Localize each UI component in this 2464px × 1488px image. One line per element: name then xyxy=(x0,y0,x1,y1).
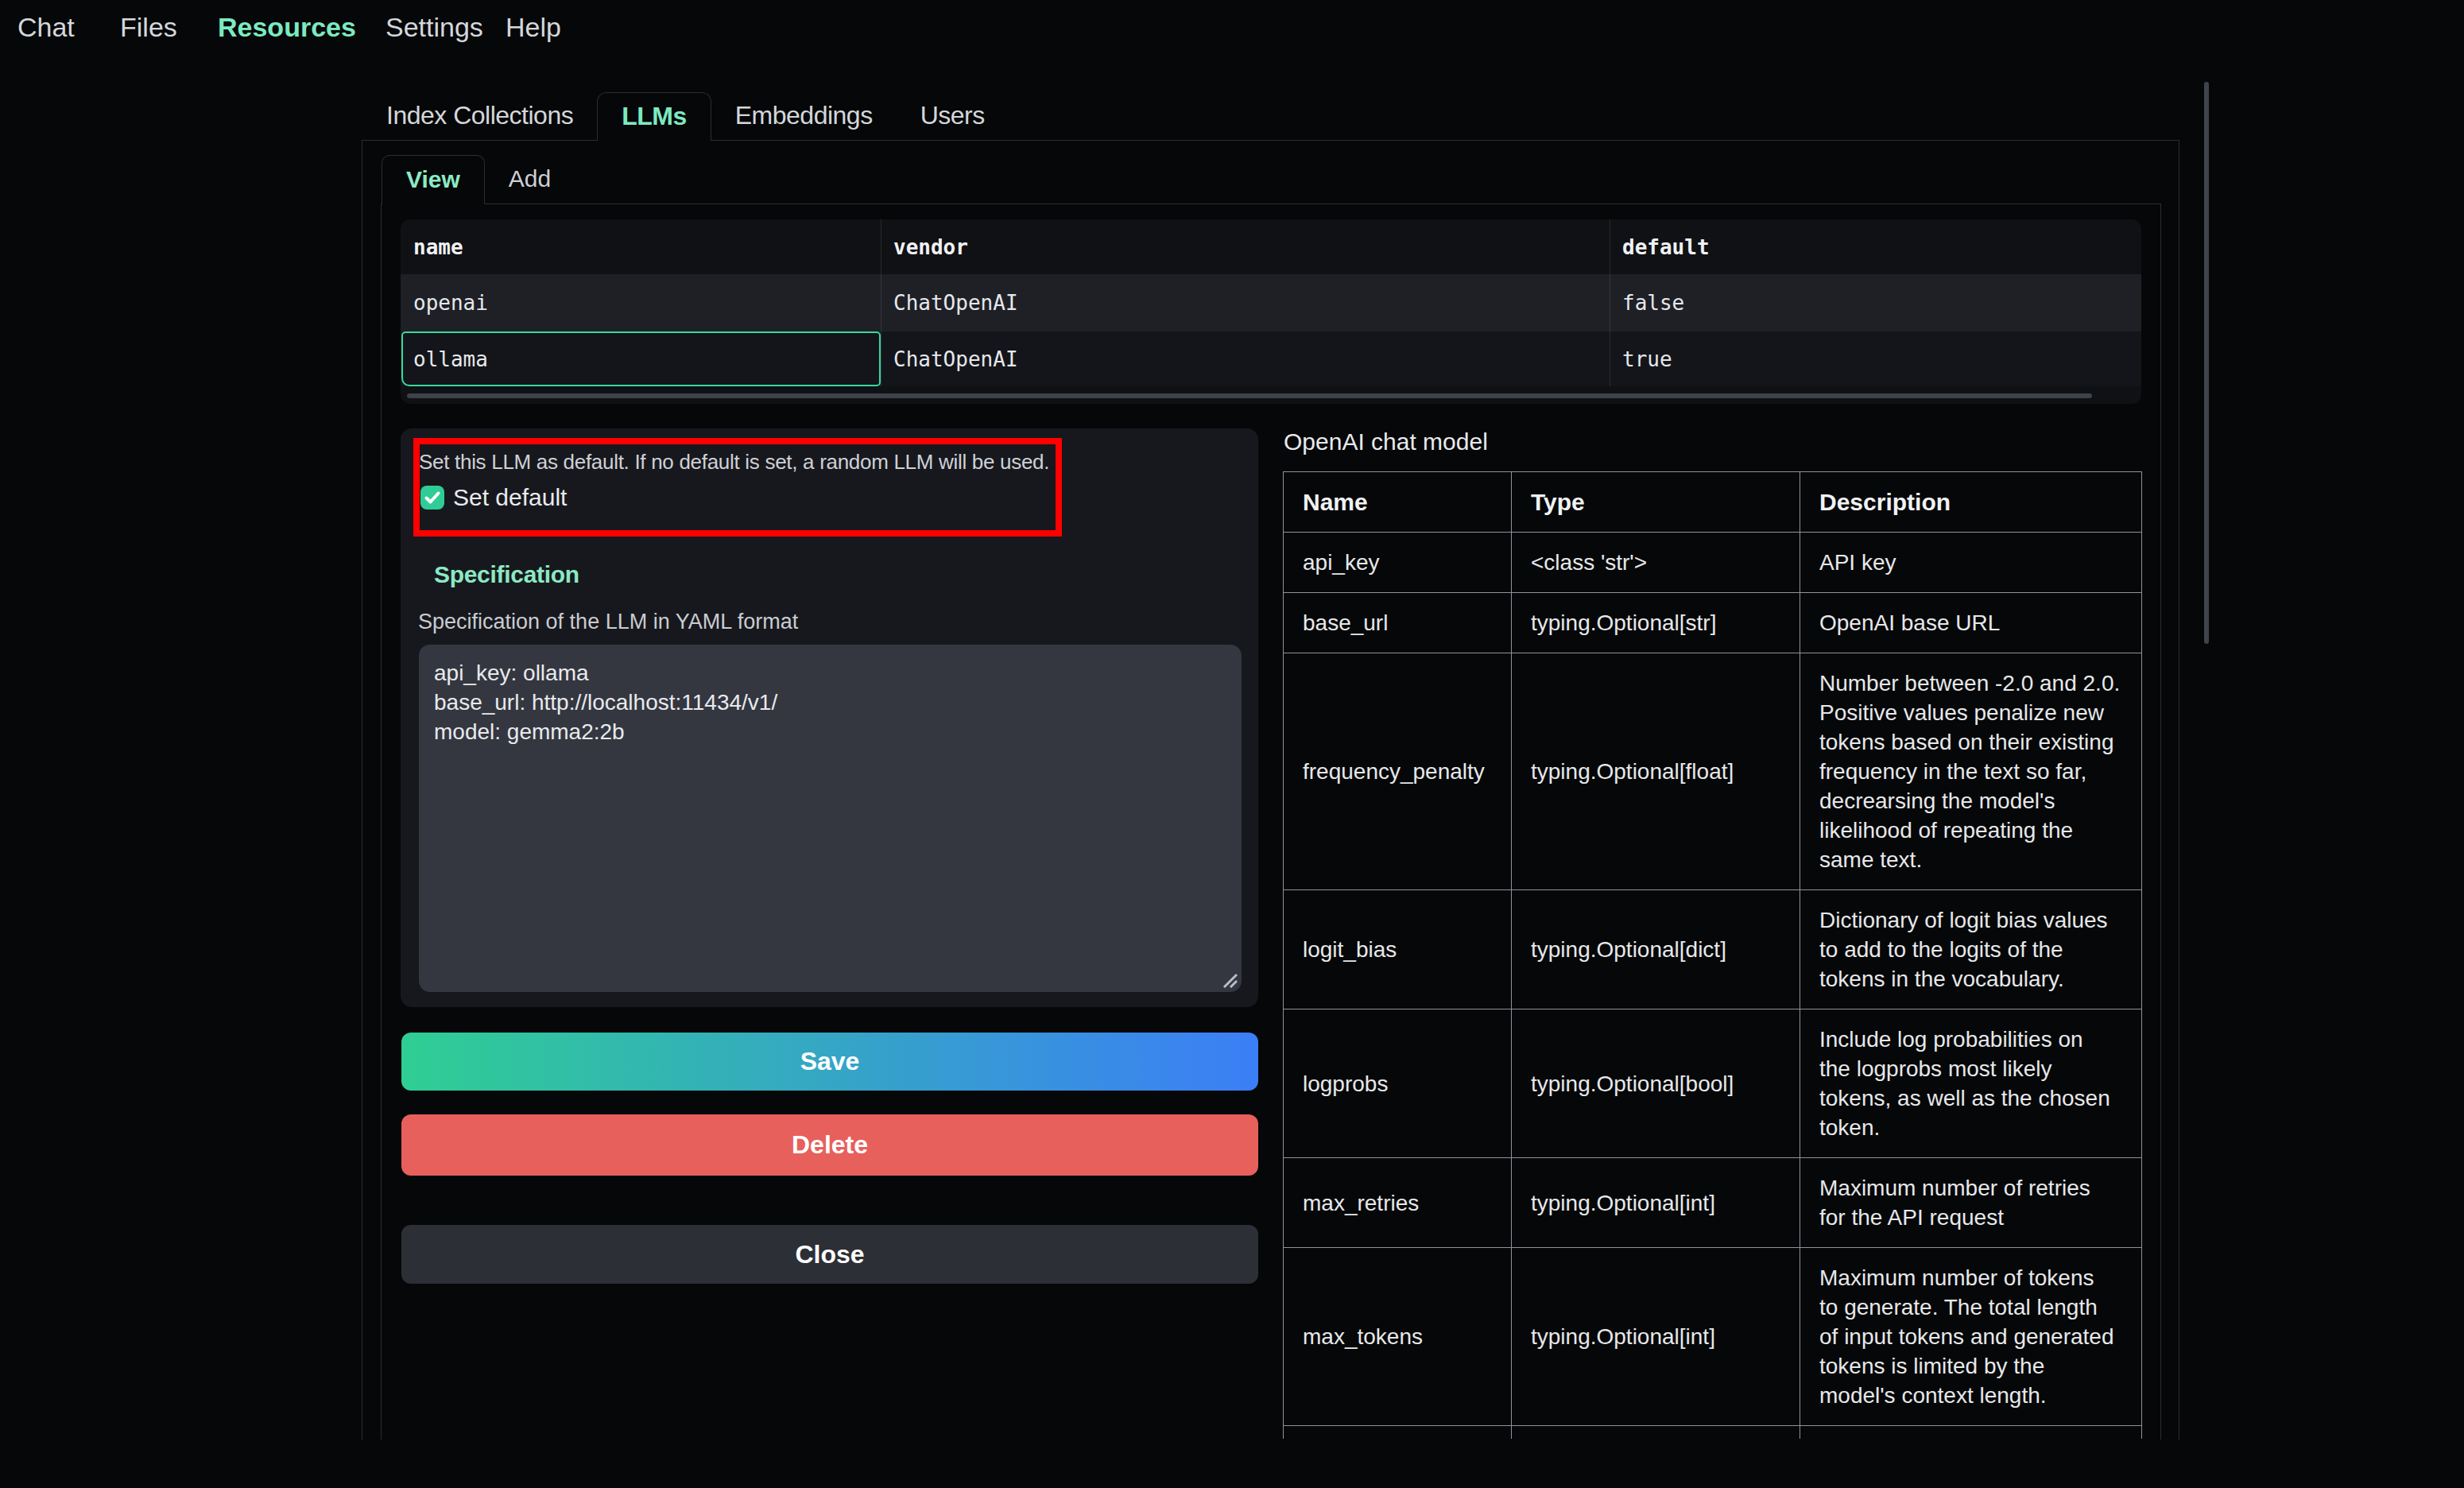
llm-col-vendor: vendor xyxy=(893,235,968,259)
prop-name: base_url xyxy=(1284,593,1512,653)
props-row-base-url: base_url typing.Optional[str] OpenAI bas… xyxy=(1284,593,2142,653)
props-col-name: Name xyxy=(1284,472,1512,533)
llm-col-name: name xyxy=(413,235,463,259)
selected-cell-outline xyxy=(401,331,881,386)
tab-add[interactable]: Add xyxy=(485,155,575,204)
prop-type: typing.Optional[float] xyxy=(1512,653,1800,890)
prop-description: Maximum number of retries for the API re… xyxy=(1800,1158,2142,1248)
top-nav: Chat Files Resources Settings Help xyxy=(0,0,2464,54)
page: Chat Files Resources Settings Help Index… xyxy=(0,0,2464,1488)
close-button[interactable]: Close xyxy=(401,1225,1258,1284)
annotation-red-box xyxy=(413,438,1062,537)
nav-item-resources[interactable]: Resources xyxy=(218,11,356,43)
props-row-logit-bias: logit_bias typing.Optional[dict] Diction… xyxy=(1284,890,2142,1009)
llm-row-openai[interactable]: openai ChatOpenAI false xyxy=(401,274,2141,331)
props-header-row: Name Type Description xyxy=(1284,472,2142,533)
yaml-content: api_key: ollama base_url: http://localho… xyxy=(434,658,777,746)
props-row-max-tokens: max_tokens typing.Optional[int] Maximum … xyxy=(1284,1248,2142,1426)
tab-users[interactable]: Users xyxy=(897,92,1009,141)
prop-name: logit_bias xyxy=(1284,890,1512,1009)
model-props-table-wrap: Name Type Description api_key <class 'st… xyxy=(1283,471,2143,1439)
delete-button[interactable]: Delete xyxy=(401,1114,1258,1176)
prop-type: typing.Optional[dict] xyxy=(1512,890,1800,1009)
page-scrollbar-thumb[interactable] xyxy=(2204,82,2209,644)
prop-type: typing.Optional[int] xyxy=(1512,1158,1800,1248)
yaml-textarea[interactable]: api_key: ollama base_url: http://localho… xyxy=(419,645,1242,992)
resource-tabs: Index Collections LLMs Embeddings Users xyxy=(362,92,1009,141)
resize-grip-icon[interactable] xyxy=(1221,971,1238,989)
props-col-description: Description xyxy=(1800,472,2142,533)
prop-type: typing.Optional[bool] xyxy=(1512,1009,1800,1158)
prop-name: api_key xyxy=(1284,533,1512,593)
tab-view[interactable]: View xyxy=(382,155,485,204)
prop-type: typing.Optional[int] xyxy=(1512,1248,1800,1426)
nav-item-chat[interactable]: Chat xyxy=(17,11,75,43)
llm-list-table: name vendor default openai ChatOpenAI fa… xyxy=(401,219,2141,404)
table-horizontal-scrollbar[interactable] xyxy=(407,393,2092,398)
prop-name: logprobs xyxy=(1284,1009,1512,1158)
props-row-frequency-penalty: frequency_penalty typing.Optional[float]… xyxy=(1284,653,2142,890)
prop-type: typing.Optional[str] xyxy=(1512,593,1800,653)
model-props-table: Name Type Description api_key <class 'st… xyxy=(1283,471,2142,1439)
prop-description: Number between -2.0 and 2.0. Positive va… xyxy=(1800,653,2142,890)
props-row-api-key: api_key <class 'str'> API key xyxy=(1284,533,2142,593)
model-info-title: OpenAI chat model xyxy=(1284,428,1488,455)
tab-embeddings[interactable]: Embeddings xyxy=(711,92,897,141)
llm-cell-vendor[interactable]: ChatOpenAI xyxy=(893,347,1018,371)
nav-item-settings[interactable]: Settings xyxy=(385,11,483,43)
llm-cell-default[interactable]: false xyxy=(1622,291,1684,315)
prop-description: Dictionary of logit bias values to add t… xyxy=(1800,890,2142,1009)
prop-name: max_retries xyxy=(1284,1158,1512,1248)
tab-llms[interactable]: LLMs xyxy=(597,92,711,141)
tab-index-collections[interactable]: Index Collections xyxy=(362,92,597,141)
nav-item-files[interactable]: Files xyxy=(120,11,177,43)
props-row-partial xyxy=(1284,1426,2142,1440)
prop-description: Maximum number of tokens to generate. Th… xyxy=(1800,1248,2142,1426)
llm-cell-default[interactable]: true xyxy=(1622,347,1672,371)
save-button[interactable]: Save xyxy=(401,1033,1258,1091)
prop-name: max_tokens xyxy=(1284,1248,1512,1426)
prop-description: OpenAI base URL xyxy=(1800,593,2142,653)
llm-cell-name[interactable]: openai xyxy=(413,291,488,315)
nav-item-help[interactable]: Help xyxy=(506,11,561,43)
specification-heading: Specification xyxy=(434,561,579,588)
prop-description: API key xyxy=(1800,533,2142,593)
specification-sublabel: Specification of the LLM in YAML format xyxy=(418,610,798,634)
props-col-type: Type xyxy=(1512,472,1800,533)
props-row-logprobs: logprobs typing.Optional[bool] Include l… xyxy=(1284,1009,2142,1158)
prop-type xyxy=(1512,1426,1800,1440)
prop-description: Include log probabilities on the logprob… xyxy=(1800,1009,2142,1158)
llm-table-header-row: name vendor default xyxy=(401,219,2141,274)
llm-subtabs: View Add xyxy=(382,155,575,204)
prop-name xyxy=(1284,1426,1512,1440)
props-row-max-retries: max_retries typing.Optional[int] Maximum… xyxy=(1284,1158,2142,1248)
llm-cell-vendor[interactable]: ChatOpenAI xyxy=(893,291,1018,315)
prop-description xyxy=(1800,1426,2142,1440)
prop-name: frequency_penalty xyxy=(1284,653,1512,890)
prop-type: <class 'str'> xyxy=(1512,533,1800,593)
llm-detail-card: Set this LLM as default. If no default i… xyxy=(401,428,1258,1007)
llm-col-default: default xyxy=(1622,235,1710,259)
